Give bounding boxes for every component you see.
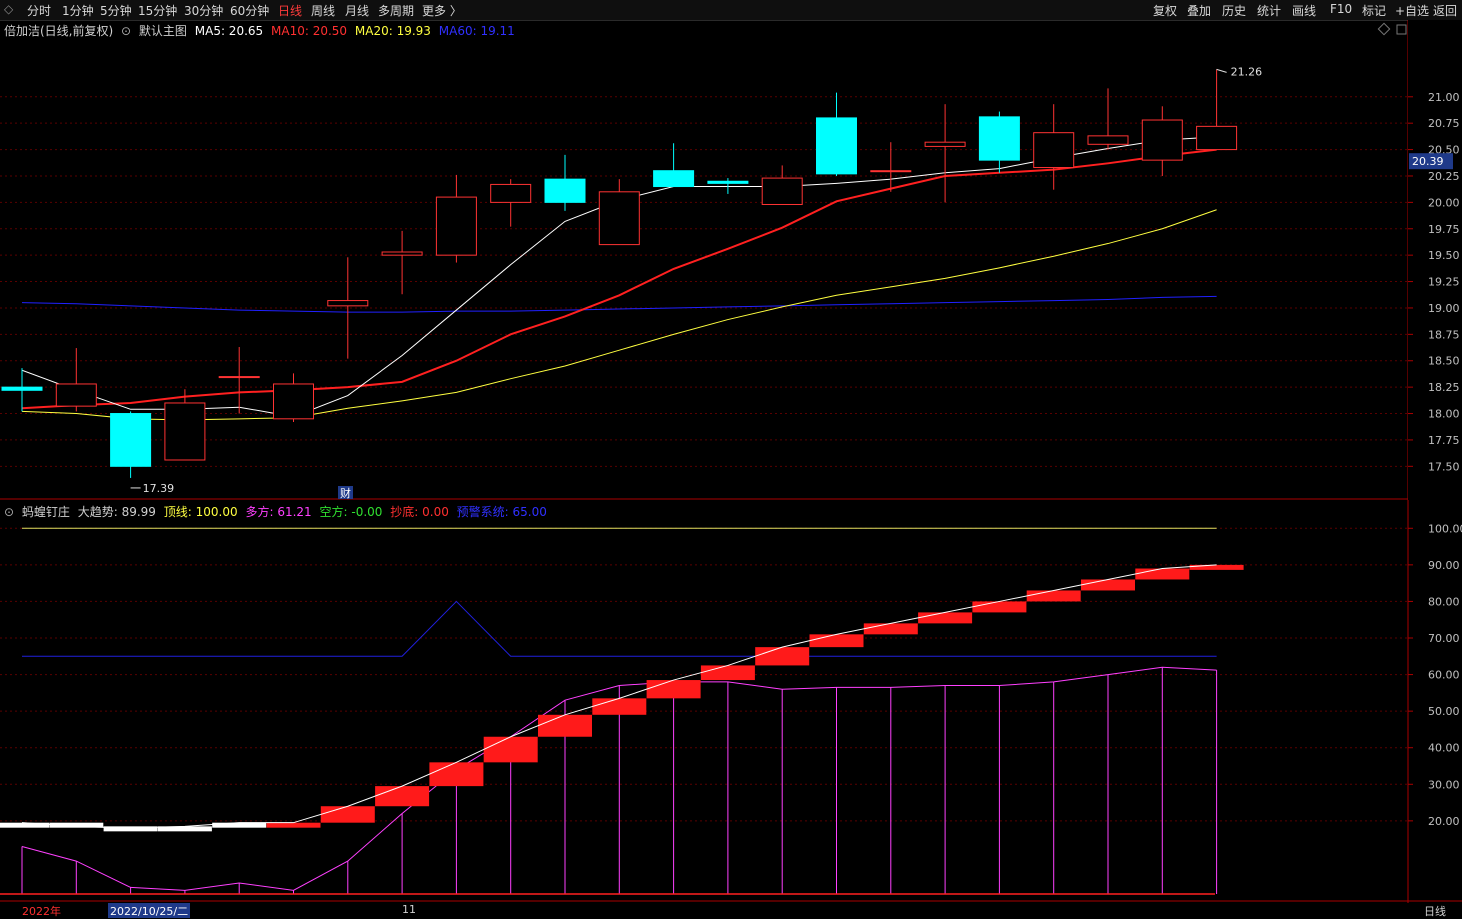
event-marker: 财 — [340, 486, 351, 500]
status-date: 2022/10/25/二 — [108, 903, 191, 918]
candle-body — [273, 383, 314, 420]
price-tick-label: 20.75 — [1428, 117, 1460, 130]
trend-bar — [483, 736, 538, 763]
price-tick-label: 18.25 — [1428, 381, 1460, 394]
ma5-line — [21, 136, 1217, 418]
indicator-tick-label: 50.00 — [1428, 705, 1460, 718]
price-tick-label: 19.50 — [1428, 249, 1460, 262]
candle-body — [218, 376, 260, 379]
price-tick-label: 19.25 — [1428, 276, 1460, 289]
candle-body — [761, 177, 803, 205]
price-tick-label: 20.00 — [1428, 196, 1460, 209]
price-tick-label: 19.00 — [1428, 302, 1460, 315]
kline-chart[interactable]: 21.0020.7520.5020.2520.0019.7519.5019.25… — [0, 0, 1462, 903]
indicator-tick-label: 80.00 — [1428, 595, 1460, 608]
price-tick-label: 18.75 — [1428, 328, 1460, 341]
trend-bar — [1189, 564, 1244, 570]
candle-body — [544, 178, 586, 203]
trend-bar — [212, 822, 267, 828]
candle-body — [381, 251, 423, 256]
candle-body — [598, 191, 640, 246]
indicator-tick-label: 40.00 — [1428, 742, 1460, 755]
candle-body — [1087, 135, 1129, 145]
ma60-line — [21, 295, 1217, 313]
price-tick-label: 17.50 — [1428, 460, 1460, 473]
trend-bar — [1081, 579, 1135, 591]
trend-bar — [592, 698, 647, 715]
price-tick-label: 19.75 — [1428, 223, 1460, 236]
status-period[interactable]: 日线 — [1424, 903, 1446, 918]
high-arrow — [1216, 68, 1227, 73]
price-tick-label: 20.25 — [1428, 170, 1460, 183]
candle-body — [816, 117, 857, 175]
indicator-tick-label: 60.00 — [1428, 669, 1460, 682]
trend-bar — [809, 634, 864, 648]
candle-body — [653, 170, 695, 188]
trend-bar — [1026, 590, 1081, 602]
trend-bar — [755, 647, 810, 666]
candle-body — [1033, 132, 1075, 169]
price-tick-label: 17.75 — [1428, 434, 1460, 447]
low-label: 17.39 — [143, 482, 175, 495]
candle-body — [55, 383, 97, 407]
trend-bar — [918, 612, 973, 624]
indicator-tick-label: 100.00 — [1428, 522, 1462, 535]
candle-body — [707, 180, 749, 184]
trend-bar — [429, 762, 484, 787]
candle-body — [110, 413, 152, 467]
candle-body — [1, 386, 43, 391]
candle-body — [435, 196, 477, 256]
candle-body — [870, 170, 912, 173]
trend-bar — [972, 601, 1027, 613]
candle-body — [490, 183, 532, 203]
diamond-icon — [1377, 22, 1391, 36]
trend-bar — [266, 822, 321, 828]
high-label: 21.26 — [1231, 65, 1263, 78]
candle-body — [327, 300, 369, 307]
indicator-tick-label: 90.00 — [1428, 559, 1460, 572]
trend-bar — [0, 822, 49, 828]
indicator-tick-label: 70.00 — [1428, 632, 1460, 645]
candle-body — [1196, 125, 1238, 151]
candle-body — [924, 141, 966, 147]
indicator-tick-label: 20.00 — [1428, 815, 1460, 828]
price-tick-label: 18.00 — [1428, 408, 1460, 421]
alert-line — [22, 600, 1217, 657]
trend-bar — [375, 786, 430, 807]
trend-bar — [863, 623, 918, 635]
trend-bar — [700, 665, 755, 681]
price-tick-label: 21.00 — [1428, 91, 1460, 104]
price-tick-label: 18.50 — [1428, 355, 1460, 368]
current-price-label: 20.39 — [1412, 155, 1444, 168]
status-month: 11 — [402, 903, 416, 916]
status-year: 2022年 — [22, 905, 61, 918]
trend-bar — [538, 714, 592, 737]
candle-body — [1141, 119, 1183, 161]
candle-body — [164, 402, 206, 461]
candle-body — [978, 116, 1020, 161]
square-icon — [1396, 24, 1407, 35]
trend-bar — [646, 680, 701, 699]
indicator-tick-label: 30.00 — [1428, 778, 1460, 791]
trend-bar — [320, 806, 375, 823]
trend-bar — [1135, 568, 1190, 580]
